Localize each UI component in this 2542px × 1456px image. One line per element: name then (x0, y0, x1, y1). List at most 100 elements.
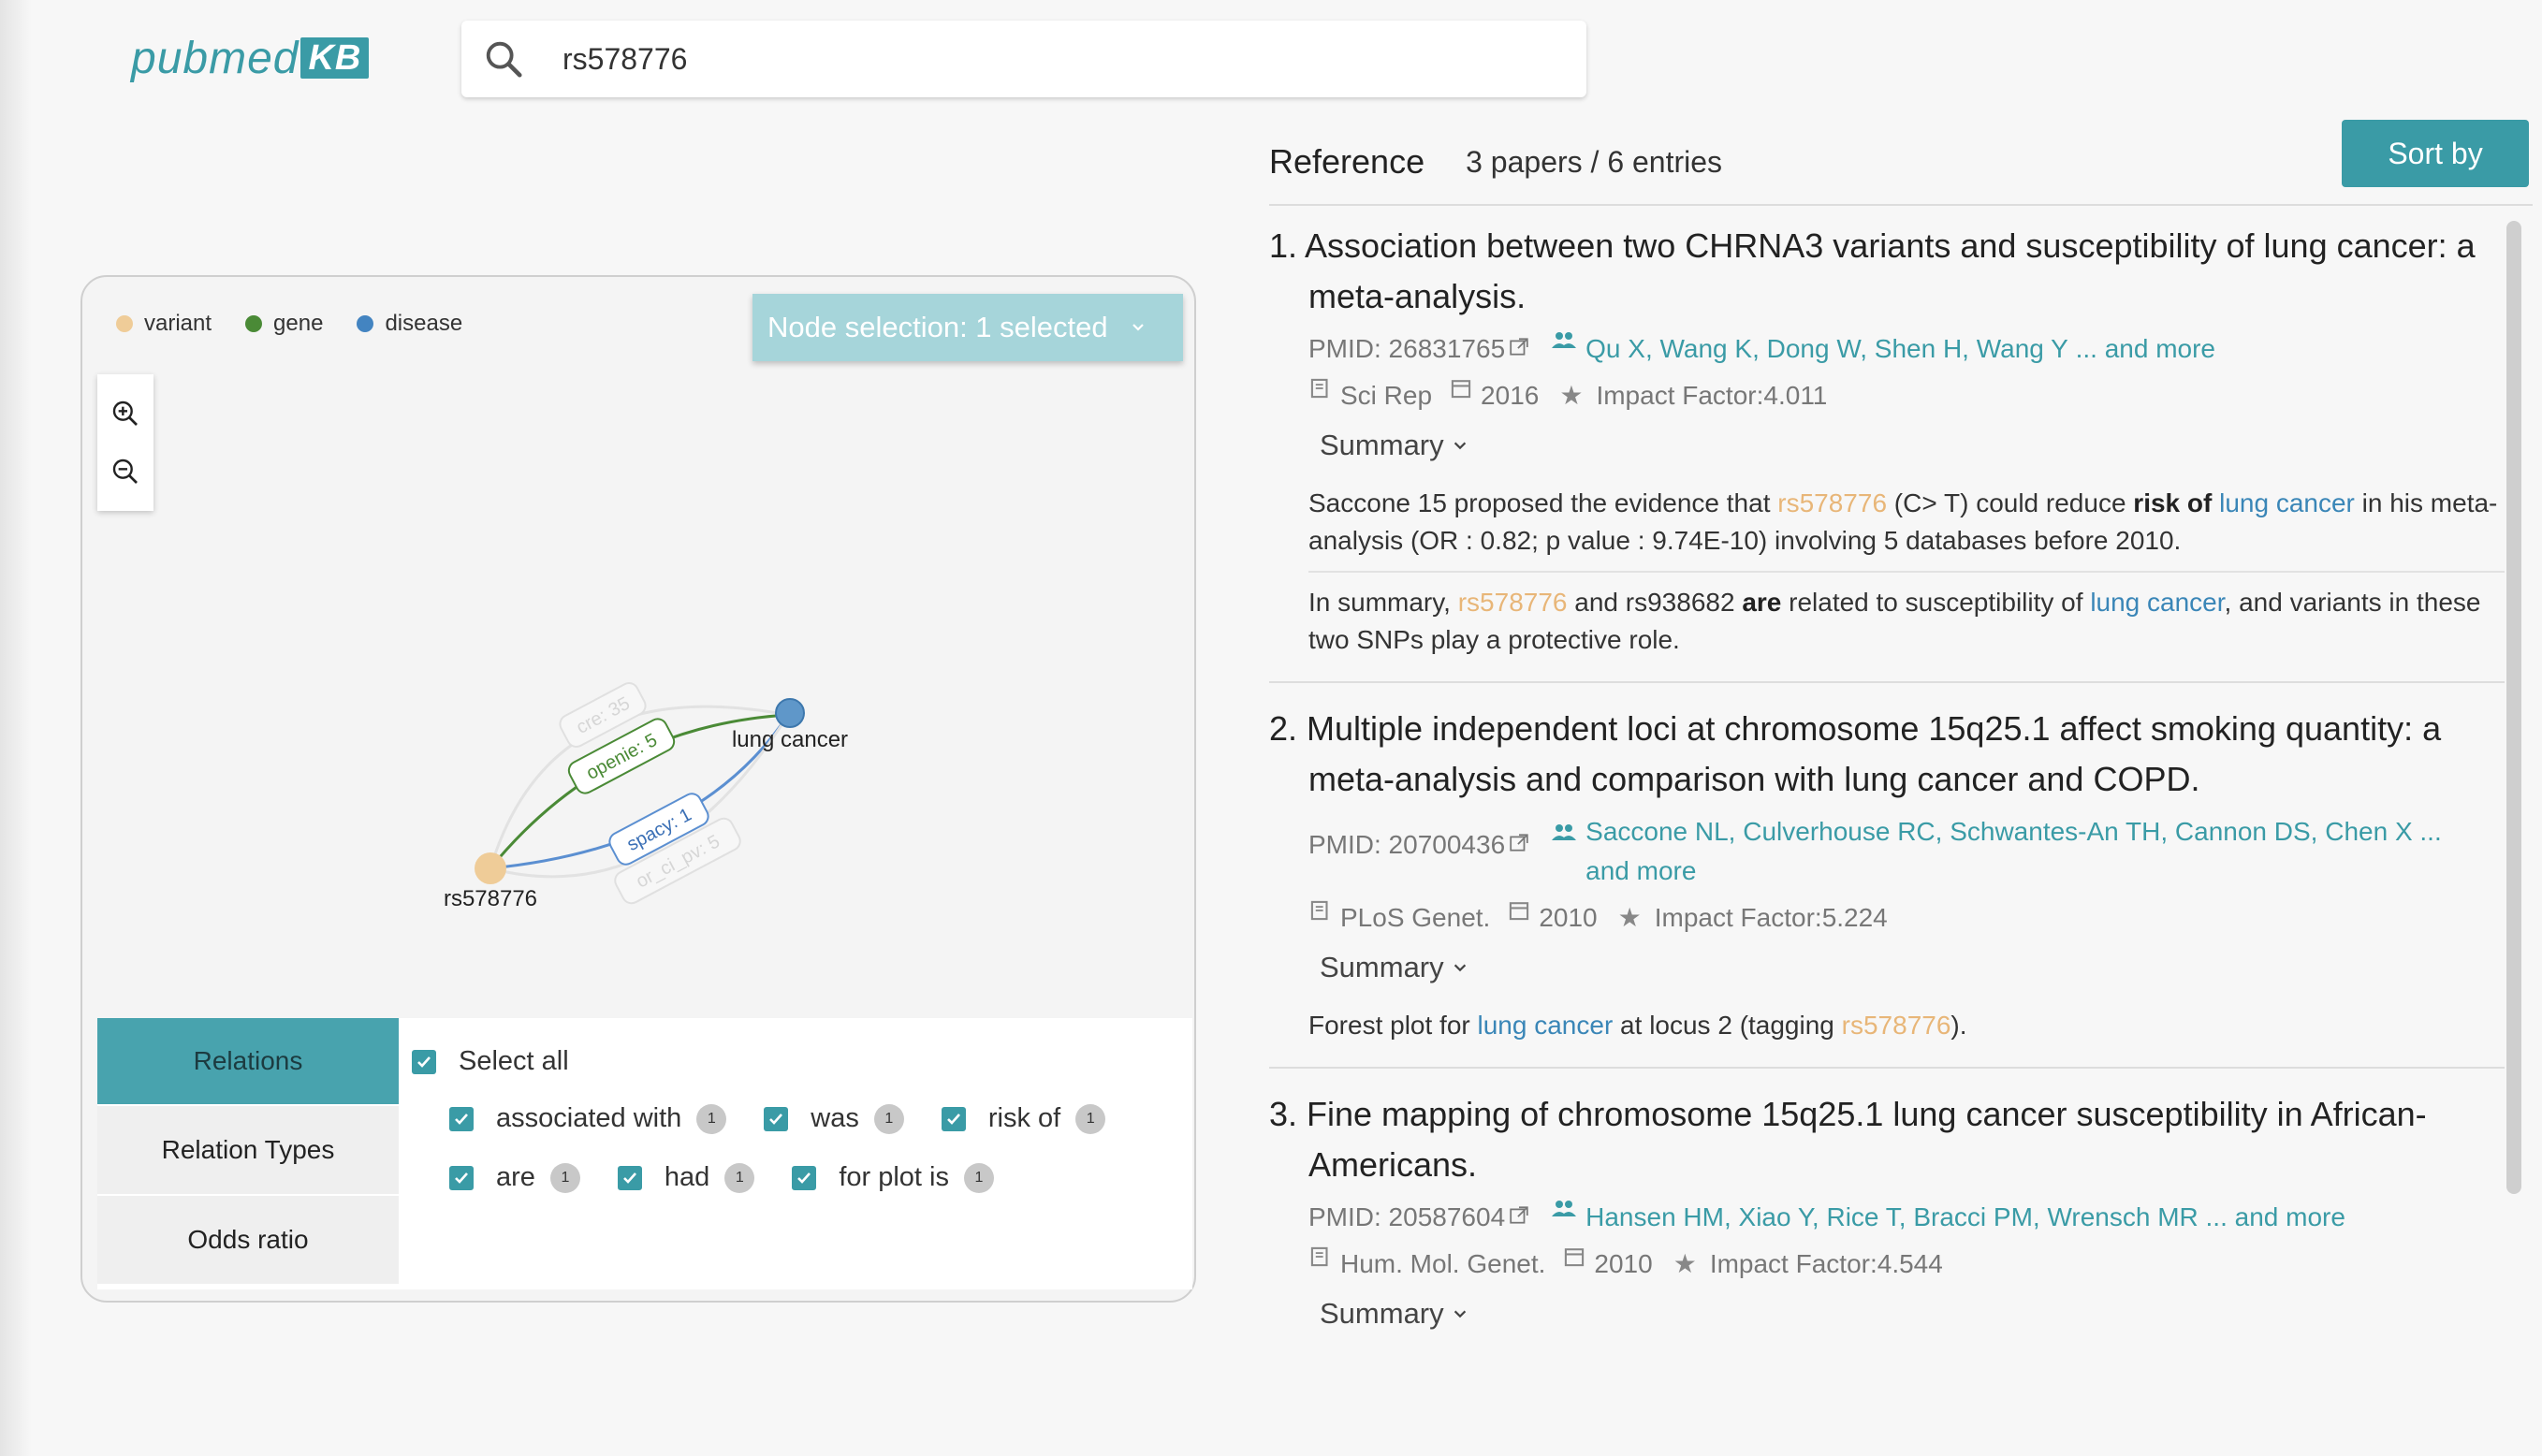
select-all-checkbox-row[interactable]: Select all (412, 1046, 1192, 1077)
paper-meta-row: PMID: 26831765 Qu X, Wang K, Dong W, She… (1269, 329, 2505, 369)
relation-checkbox-item[interactable]: had 1 (617, 1162, 755, 1193)
relation-count-badge: 1 (873, 1103, 904, 1134)
sort-by-button[interactable]: Sort by (2342, 120, 2529, 187)
external-link-icon (1510, 338, 1528, 356)
relation-checkbox[interactable] (792, 1165, 817, 1190)
summary-label: Summary (1320, 429, 1444, 461)
journal-name: Hum. Mol. Genet. (1340, 1249, 1546, 1278)
tab-relations[interactable]: Relations (97, 1018, 399, 1106)
pmid-link[interactable]: PMID: 20700436 (1308, 825, 1529, 865)
node-variant[interactable] (475, 852, 506, 884)
relation-label: risk of (987, 1103, 1061, 1133)
star-icon: ★ (1617, 903, 1642, 932)
calendar-icon (1565, 1248, 1585, 1267)
relation-count-badge: 1 (696, 1103, 727, 1134)
disease-mention[interactable]: lung cancer (2090, 588, 2224, 617)
relation-checkbox-item[interactable]: was 1 (764, 1103, 904, 1134)
impact-factor: Impact Factor:5.224 (1654, 903, 1888, 932)
relation-checkbox-item[interactable]: associated with 1 (449, 1103, 727, 1134)
pmid-link[interactable]: PMID: 26831765 (1308, 329, 1529, 369)
logo-text: pubmed (131, 33, 299, 83)
relation-checkbox[interactable] (449, 1165, 474, 1190)
impact-factor: Impact Factor:4.011 (1596, 381, 1828, 410)
relation-checkbox-item[interactable]: for plot is 1 (792, 1162, 994, 1193)
node-disease[interactable] (775, 698, 805, 728)
relation-mention: risk of (2133, 488, 2213, 517)
summary-text: Forest plot for (1308, 1011, 1478, 1040)
disease-mention[interactable]: lung cancer (2219, 488, 2355, 517)
variant-mention[interactable]: rs578776 (1842, 1011, 1951, 1040)
relation-label: are (496, 1162, 535, 1192)
summary-toggle[interactable]: Summary (1269, 429, 2505, 462)
journal-name: PLoS Genet. (1340, 903, 1491, 932)
authors-more-link[interactable]: ... and more (2206, 1198, 2345, 1237)
variant-mention[interactable]: rs578776 (1458, 588, 1568, 617)
search-input[interactable] (562, 41, 1545, 77)
check-icon (769, 1113, 783, 1125)
variant-mention[interactable]: rs578776 (1777, 488, 1887, 517)
authors-link[interactable]: Qu X, Wang K, Dong W, Shen H, Wang Y (1585, 329, 2068, 369)
summary-text (2212, 488, 2219, 517)
relation-checkbox[interactable] (449, 1106, 474, 1131)
relation-checkbox[interactable] (617, 1165, 642, 1190)
reference-scrollbar[interactable] (2506, 221, 2521, 1194)
authors-more-link[interactable]: ... and more (2076, 329, 2215, 369)
node-label-variant: rs578776 (444, 886, 537, 911)
disease-mention[interactable]: lung cancer (1478, 1011, 1614, 1040)
pmid-link[interactable]: PMID: 20587604 (1308, 1198, 1529, 1237)
summary-toggle[interactable]: Summary (1269, 951, 2505, 984)
summary-sentence: Forest plot for lung cancer at locus 2 (… (1308, 996, 2505, 1056)
chevron-down-icon (1454, 1310, 1466, 1318)
check-icon (455, 1113, 468, 1125)
relations-filter-body: Select all associated with 1 was 1 risk … (399, 1018, 1192, 1289)
relation-mention: are (1742, 588, 1782, 617)
paper-info-row: Hum. Mol. Genet. 2010 ★ Impact Factor:4.… (1269, 1245, 2505, 1284)
relation-count-badge: 1 (963, 1162, 994, 1193)
authors-link[interactable]: Saccone NL, Culverhouse RC, Schwantes-An… (1585, 817, 2412, 846)
external-link-icon (1510, 1206, 1528, 1224)
reference-list: 1. Association between two CHRNA3 varian… (1269, 221, 2505, 1456)
tab-relation-types[interactable]: Relation Types (97, 1106, 399, 1196)
relation-checkbox-item[interactable]: are 1 (449, 1162, 580, 1193)
summary-toggle[interactable]: Summary (1269, 1297, 2505, 1331)
paper-title[interactable]: 3. Fine mapping of chromosome 15q25.1 lu… (1269, 1089, 2505, 1190)
paper-info-row: PLoS Genet. 2010 ★ Impact Factor:5.224 (1269, 898, 2505, 938)
reference-title: Reference (1269, 142, 1425, 181)
select-all-label: Select all (459, 1046, 569, 1076)
network-graph[interactable]: cre: 35 openie: 5 spacy: 1 or_ci_pv: 5 r… (82, 277, 1198, 1016)
paper-meta-row: PMID: 20700436 Saccone NL, Culverhouse R… (1269, 812, 2505, 891)
paper-title[interactable]: 1. Association between two CHRNA3 varian… (1269, 221, 2505, 322)
filter-panel: Relations Relation Types Odds ratio Sele… (97, 1018, 1192, 1289)
pmid-text: PMID: 26831765 (1308, 334, 1506, 363)
check-icon (455, 1172, 468, 1184)
authors-link[interactable]: Hansen HM, Xiao Y, Rice T, Bracci PM, Wr… (1585, 1198, 2199, 1237)
relation-count-badge: 1 (724, 1162, 755, 1193)
search-bar[interactable] (461, 21, 1586, 97)
journal-icon (1310, 378, 1328, 399)
tab-odds-ratio[interactable]: Odds ratio (97, 1196, 399, 1286)
paper-title[interactable]: 2. Multiple independent loci at chromoso… (1269, 704, 2505, 805)
publication-year: 2016 (1481, 381, 1540, 410)
relation-checkbox[interactable] (941, 1106, 966, 1131)
external-link-icon (1510, 834, 1528, 852)
summary-text: (C> T) could reduce (1887, 488, 2134, 517)
relation-label: was (811, 1103, 859, 1133)
search-icon[interactable] (482, 37, 525, 80)
relation-checkbox-item[interactable]: risk of 1 (941, 1103, 1106, 1134)
check-icon (797, 1172, 811, 1184)
app-logo[interactable]: pubmed KB (131, 32, 370, 84)
relation-label: had (664, 1162, 710, 1192)
pmid-text: PMID: 20587604 (1308, 1202, 1506, 1231)
summary-text: and rs938682 (1567, 588, 1743, 617)
reference-count: 3 papers / 6 entries (1466, 144, 1723, 179)
relation-checkbox[interactable] (764, 1106, 789, 1131)
summary-label: Summary (1320, 951, 1444, 983)
graph-panel: variant gene disease Node selection: 1 s… (80, 275, 1196, 1303)
paper-item: 1. Association between two CHRNA3 varian… (1269, 221, 2505, 683)
check-icon (946, 1113, 960, 1125)
pmid-text: PMID: 20700436 (1308, 830, 1506, 859)
journal-icon (1310, 900, 1328, 921)
check-icon (417, 1056, 431, 1068)
select-all-checkbox[interactable] (412, 1049, 436, 1074)
journal-icon (1310, 1246, 1328, 1267)
